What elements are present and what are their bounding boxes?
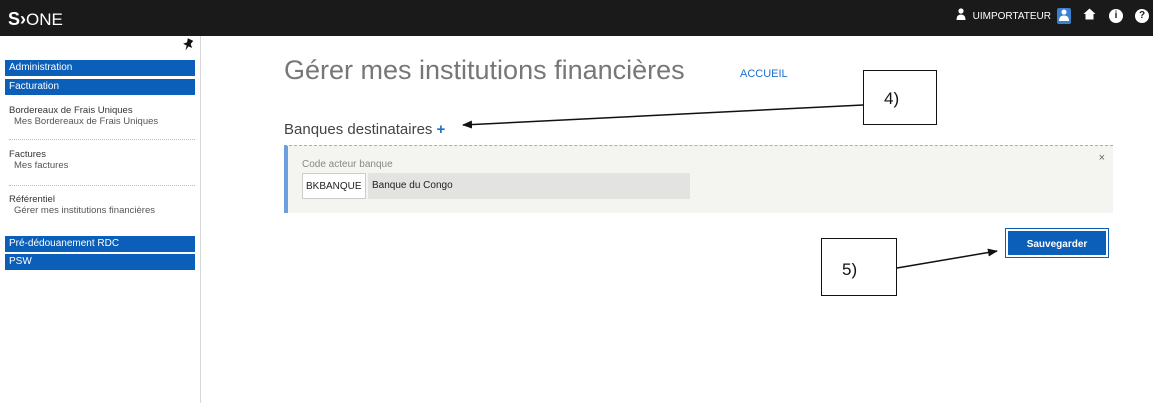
user-menu[interactable]: UIMPORTATEUR — [953, 8, 1051, 24]
info-icon[interactable]: i — [1109, 9, 1123, 23]
bank-entry-panel: × Code acteur banque BKBANQUE Banque du … — [284, 145, 1113, 213]
code-acteur-label: Code acteur banque — [302, 159, 393, 170]
arrow-to-save-button — [896, 248, 998, 269]
nav-subitem[interactable]: Mes factures — [9, 160, 195, 171]
user-icon — [953, 8, 969, 24]
save-button[interactable]: Sauvegarder — [1006, 229, 1108, 257]
nav-group-factures: Factures Mes factures — [9, 149, 195, 171]
arrow-to-add-button — [462, 104, 864, 129]
page-title: Gérer mes institutions financières — [284, 55, 685, 85]
section-title: Banques destinataires + — [284, 121, 445, 138]
sidebar-item-psw[interactable]: PSW — [5, 254, 195, 270]
app-logo[interactable]: S›ONE — [8, 9, 63, 30]
nav-subitem[interactable]: Gérer mes institutions financières — [9, 205, 195, 216]
nav-group-bordereaux: Bordereaux de Frais Uniques Mes Borderea… — [9, 105, 195, 127]
top-right-toolbar: UIMPORTATEUR i ? — [953, 8, 1149, 24]
breadcrumb-accueil-link[interactable]: ACCUEIL — [740, 68, 788, 80]
code-acteur-input[interactable]: BKBANQUE — [302, 173, 366, 199]
nav-group-title[interactable]: Factures — [9, 149, 195, 160]
username: UIMPORTATEUR — [972, 10, 1051, 22]
callout-5: 5) — [821, 238, 897, 296]
home-icon[interactable] — [1081, 8, 1097, 24]
switch-user-icon[interactable] — [1057, 8, 1071, 24]
bank-name-field: Banque du Congo — [368, 173, 690, 199]
sidebar-item-administration[interactable]: Administration — [5, 60, 195, 76]
top-bar: S›ONE UIMPORTATEUR i ? — [0, 0, 1153, 36]
sidebar-item-facturation[interactable]: Facturation — [5, 79, 195, 95]
pin-icon[interactable] — [182, 38, 194, 55]
nav-subitem[interactable]: Mes Bordereaux de Frais Uniques — [9, 116, 195, 127]
logo-one: ONE — [26, 10, 63, 29]
nav-group-title[interactable]: Bordereaux de Frais Uniques — [9, 105, 195, 116]
sidebar-item-predouanement[interactable]: Pré-dédouanement RDC — [5, 236, 195, 252]
add-bank-button[interactable]: + — [436, 121, 445, 138]
nav-group-title[interactable]: Référentiel — [9, 194, 195, 205]
sidebar: Administration Facturation Bordereaux de… — [0, 36, 201, 403]
nav-divider — [9, 139, 195, 140]
section-title-text: Banques destinataires — [284, 121, 433, 138]
remove-entry-icon[interactable]: × — [1099, 152, 1105, 164]
nav-divider — [9, 185, 195, 186]
nav-group-referentiel: Référentiel Gérer mes institutions finan… — [9, 194, 195, 216]
callout-4: 4) — [863, 70, 937, 125]
help-icon[interactable]: ? — [1135, 9, 1149, 23]
logo-s: S — [8, 9, 21, 29]
